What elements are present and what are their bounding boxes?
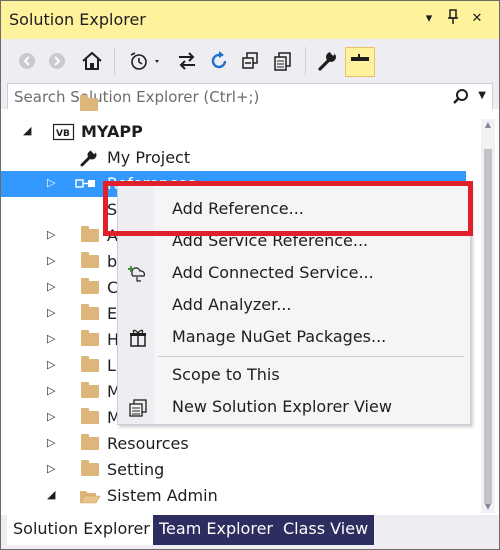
auto-hide-pin-icon[interactable] — [443, 9, 463, 29]
menu-item-manage-nuget-packages[interactable]: Manage NuGet Packages... — [118, 322, 470, 353]
scroll-down-icon[interactable]: ▼ — [481, 501, 495, 513]
wrench-icon — [318, 51, 336, 71]
collapse-arrow-icon[interactable]: ◢ — [47, 488, 59, 502]
menu-item-label: Manage NuGet Packages... — [172, 327, 387, 346]
expand-arrow-icon[interactable]: ▷ — [47, 254, 59, 268]
forward-icon — [49, 53, 65, 69]
tree-item-resources[interactable]: ▷ Resources — [1, 431, 476, 457]
back-button[interactable] — [15, 47, 39, 75]
folder-icon — [81, 356, 99, 372]
tool-window-tabs: Solution Explorer Team Explorer Class Vi… — [1, 515, 499, 549]
menu-item-add-analyzer[interactable]: Add Analyzer... — [118, 290, 470, 321]
expand-arrow-icon[interactable]: ▷ — [47, 384, 59, 398]
refresh-icon — [211, 51, 227, 69]
preview-selected-items-button[interactable] — [345, 47, 375, 77]
menu-item-scope-to-this[interactable]: Scope to This — [118, 360, 470, 391]
tab-solution-explorer[interactable]: Solution Explorer — [7, 515, 156, 545]
tree-item-sistem-admin[interactable]: ◢ Sistem Admin — [1, 483, 476, 509]
nuget-icon — [128, 328, 148, 348]
folder-icon — [81, 304, 99, 320]
menu-item-new-solution-explorer-view[interactable]: New Solution Explorer View — [118, 392, 470, 423]
expand-arrow-icon[interactable]: ▷ — [47, 462, 59, 476]
clock-filter-icon — [130, 52, 159, 70]
tree-item-label: My Project — [107, 148, 191, 167]
toolbar-separator — [114, 47, 115, 75]
vb-project-icon: VB — [52, 123, 75, 141]
folder-icon — [80, 95, 98, 111]
tree-item-my-project[interactable]: My Project — [1, 145, 476, 171]
expand-arrow-icon[interactable]: ▷ — [47, 306, 59, 320]
tree-item-setting[interactable]: ▷ Setting — [1, 457, 476, 483]
wrench-icon — [79, 149, 99, 167]
window-title: Solution Explorer — [9, 10, 146, 29]
annotation-highlight-box — [103, 181, 473, 236]
connected-service-icon — [128, 264, 148, 284]
refresh-button[interactable] — [207, 47, 231, 75]
preview-icon — [351, 54, 369, 61]
expand-arrow-icon[interactable]: ▷ — [47, 228, 59, 242]
folder-icon — [81, 278, 99, 294]
tab-team-explorer[interactable]: Team Explorer — [153, 515, 279, 545]
tree-item-label: b — [107, 252, 118, 271]
scroll-up-icon[interactable]: ▲ — [481, 119, 495, 131]
sync-arrows-icon — [179, 52, 195, 70]
tree-item-label: MYAPP — [81, 122, 143, 141]
folder-open-icon — [79, 487, 101, 505]
tree-item-project[interactable]: ◢ VB MYAPP — [1, 119, 476, 145]
folder-icon — [81, 252, 99, 268]
tree-item-label: L — [107, 356, 116, 375]
back-icon — [19, 53, 35, 69]
menu-item-label: Scope to This — [172, 365, 280, 384]
home-button[interactable] — [79, 47, 105, 75]
show-all-files-button[interactable] — [271, 47, 295, 75]
expand-arrow-icon[interactable]: ▷ — [47, 332, 59, 346]
tab-class-view[interactable]: Class View — [277, 515, 375, 545]
show-all-files-icon — [274, 52, 291, 71]
close-icon[interactable]: ✕ — [467, 9, 487, 29]
folder-icon — [81, 226, 99, 242]
folder-icon — [81, 434, 99, 450]
menu-item-label: Add Connected Service... — [172, 263, 374, 282]
tree-item-label: Sistem Admin — [107, 486, 218, 505]
expand-arrow-icon[interactable]: ▷ — [47, 176, 59, 190]
menu-item-label: Add Analyzer... — [172, 295, 292, 314]
tree-item-label: Resources — [107, 434, 189, 453]
toolbar-separator — [305, 47, 306, 75]
home-icon — [82, 51, 102, 70]
menu-item-add-connected-service[interactable]: Add Connected Service... — [118, 258, 470, 289]
references-icon — [75, 175, 95, 193]
new-view-icon — [128, 398, 148, 418]
search-icon[interactable] — [452, 88, 470, 106]
svg-text:VB: VB — [56, 129, 70, 139]
window-position-dropdown-icon[interactable]: ▾ — [419, 9, 439, 29]
forward-button[interactable] — [45, 47, 69, 75]
menu-separator — [158, 356, 464, 357]
search-options-chevron-down-icon[interactable]: ▼ — [478, 90, 486, 101]
title-bar: Solution Explorer ▾ ✕ — [1, 1, 499, 39]
scrollbar-thumb[interactable] — [484, 149, 492, 504]
expand-arrow-icon[interactable]: ▷ — [47, 410, 59, 424]
search-input[interactable]: Search Solution Explorer (Ctrl+;) — [14, 88, 259, 106]
collapse-arrow-icon[interactable]: ◢ — [23, 124, 35, 138]
solution-explorer-window: Solution Explorer ▾ ✕ Search Solution Ex… — [0, 0, 500, 550]
folder-icon — [81, 408, 99, 424]
properties-button[interactable] — [315, 47, 339, 75]
expand-arrow-icon[interactable]: ▷ — [47, 280, 59, 294]
vertical-scrollbar[interactable]: ▲ ▼ — [481, 119, 495, 513]
collapse-all-button[interactable] — [239, 47, 263, 75]
folder-icon — [81, 382, 99, 398]
folder-icon — [81, 330, 99, 346]
folder-icon — [81, 460, 99, 476]
collapse-all-icon — [242, 52, 258, 69]
expand-arrow-icon[interactable]: ▷ — [47, 436, 59, 450]
menu-item-label: New Solution Explorer View — [172, 397, 392, 416]
pending-changes-filter-button[interactable] — [125, 47, 165, 75]
expand-arrow-icon[interactable]: ▷ — [47, 358, 59, 372]
toolbar — [1, 39, 499, 83]
tree-item-label: E — [107, 304, 118, 323]
tree-item-label: Setting — [107, 460, 165, 479]
sync-with-document-button[interactable] — [175, 47, 199, 75]
